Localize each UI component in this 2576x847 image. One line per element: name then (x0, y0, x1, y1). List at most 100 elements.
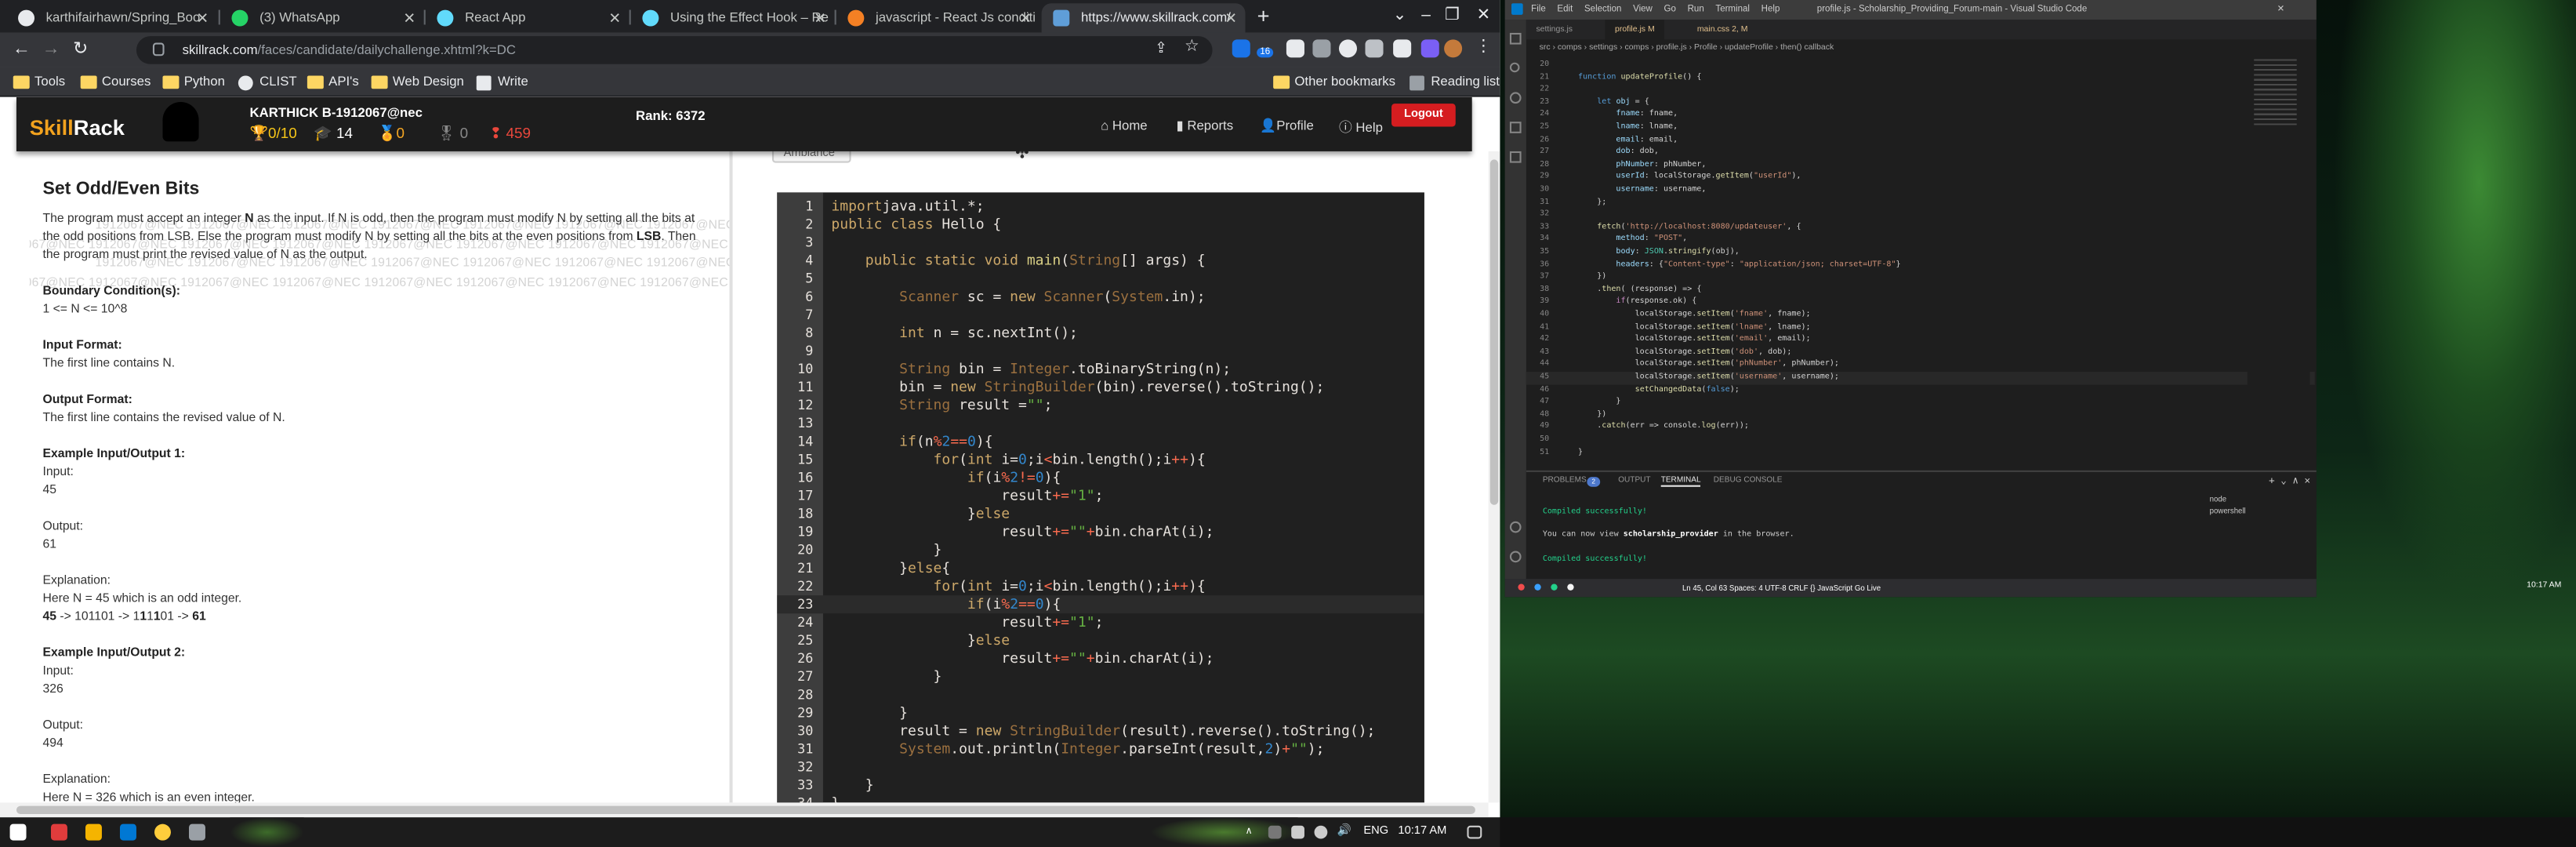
vscode-tab-main-css[interactable]: main.css 2, M (1687, 20, 1758, 39)
bookmarks-bar[interactable]: Tools Courses Python CLIST API's Web Des… (0, 67, 1500, 97)
code-line[interactable]: 25 }else (777, 631, 1424, 649)
code-line[interactable]: 2 public class Hello { (777, 216, 1424, 234)
code-line[interactable]: 12 String result =""; (777, 396, 1424, 414)
vscode-panel[interactable]: PROBLEMS 2 OUTPUT TERMINAL DEBUG CONSOLE… (1526, 470, 2317, 580)
vscode-menu-item[interactable]: Help (1761, 5, 1780, 15)
taskbar-app-icon[interactable] (1551, 583, 1558, 591)
terminal-list-item[interactable]: powershell (2210, 505, 2246, 517)
vscode-code-line[interactable]: 42 localStorage.setItem('email', email); (1526, 334, 2315, 347)
taskbar-app-icon[interactable] (1518, 583, 1525, 591)
code-line[interactable]: 17 result+="1"; (777, 487, 1424, 505)
battery-icon[interactable] (1291, 825, 1304, 839)
tab-close-icon[interactable]: ✕ (1225, 3, 1237, 33)
nav-home[interactable]: ⌂ Home (1101, 118, 1148, 133)
code-line[interactable]: 15 for(int i=0;i<bin.length();i++){ (777, 451, 1424, 469)
vscode-code-line[interactable]: 34 method: "POST", (1526, 234, 2315, 247)
scrollbar-thumb[interactable] (1489, 159, 1499, 505)
vscode-code-line[interactable]: 43 localStorage.setItem('dob', dob); (1526, 347, 2315, 359)
code-line[interactable]: 24 result+="1"; (777, 613, 1424, 631)
code-line[interactable]: 27 } (777, 667, 1424, 686)
tab-strip[interactable]: karthifairhawn/Spring_Boo ✕ (3) WhatsApp ✕… (0, 0, 1500, 33)
vscode-minimap[interactable] (2247, 56, 2310, 467)
vscode-code-line[interactable]: 31 }; (1526, 197, 2315, 209)
vscode-tab-settings[interactable]: settings.js (1526, 20, 1583, 39)
vscode-tab-profile[interactable]: profile.js M (1605, 20, 1665, 40)
skillrack-logo[interactable]: SkillRack (30, 115, 125, 140)
vscode-code-line[interactable]: 50 (1526, 434, 2315, 447)
settings-gear-icon[interactable] (1509, 551, 1522, 563)
vscode-menu-item[interactable]: View (1633, 5, 1653, 15)
windows-start-icon[interactable] (9, 823, 27, 841)
nav-reports[interactable]: ▮ Reports (1176, 118, 1233, 133)
bookmark-folder[interactable]: Tools (13, 67, 65, 97)
reload-icon[interactable]: ↻ (69, 38, 92, 60)
bookmark-folder[interactable]: Courses (80, 67, 151, 97)
panel-tab-debug-console[interactable]: DEBUG CONSOLE (1714, 477, 1783, 485)
language-indicator[interactable]: ENG (1363, 817, 1388, 847)
vscode-menu-item[interactable]: Selection (1584, 5, 1621, 15)
code-line[interactable]: 30 result = new StringBuilder(result).re… (777, 722, 1424, 740)
taskbar-clock[interactable]: 10:17 AM (1398, 817, 1446, 847)
extension-icon[interactable] (1420, 39, 1439, 58)
other-bookmarks[interactable]: Other bookmarks (1273, 67, 1395, 97)
account-icon[interactable] (1509, 521, 1522, 533)
vscode-statusbar[interactable]: Ln 45, Col 63 Spaces: 4 UTF-8 CRLF {} Ja… (1504, 579, 2317, 598)
extension-icon[interactable] (1365, 39, 1384, 58)
chrome-taskbar-icon[interactable] (154, 823, 171, 841)
wifi-icon[interactable] (1314, 825, 1328, 839)
vscode-code-line[interactable]: 39 if(response.ok) { (1526, 296, 2315, 309)
code-line[interactable]: 10 String bin = Integer.toBinaryString(n… (777, 360, 1424, 378)
bookmark-star-icon[interactable]: ☆ (1185, 38, 1199, 56)
vscode-menu-item[interactable]: Go (1664, 5, 1676, 15)
url-text[interactable]: skillrack.com/faces/candidate/dailychall… (183, 36, 516, 64)
vscode-code-line[interactable]: 37 }) (1526, 271, 2315, 284)
taskbar-app-icon[interactable] (50, 823, 67, 841)
vscode-code-line[interactable]: 41 localStorage.setItem('lname', lname); (1526, 322, 2315, 334)
vscode-code-line[interactable]: 36 headers: {"Content-type": "applicatio… (1526, 259, 2315, 271)
extension-icon[interactable] (1338, 39, 1358, 58)
tray-icon[interactable] (1268, 825, 1282, 839)
vscode-menu-item[interactable]: Edit (1557, 5, 1573, 15)
tab-close-icon[interactable]: ✕ (403, 3, 415, 33)
code-line[interactable]: 8 int n = sc.nextInt(); (777, 324, 1424, 342)
panel-tab-output[interactable]: OUTPUT (1618, 477, 1650, 485)
chrome-window[interactable]: karthifairhawn/Spring_Boo ✕ (3) WhatsApp ✕… (0, 0, 1500, 818)
vscode-taskbar-icon[interactable] (119, 823, 136, 841)
vscode-code-line[interactable]: 46 setChangedData(false); (1526, 384, 2315, 397)
code-line[interactable]: 32 (777, 758, 1424, 776)
vscode-code-line[interactable]: 27 dob: dob, (1526, 147, 2315, 159)
code-line[interactable]: 29 } (777, 704, 1424, 722)
tab-close-icon[interactable]: ✕ (1019, 3, 1032, 33)
tab-close-icon[interactable]: ✕ (814, 3, 826, 33)
vscode-code-line[interactable]: 23 let obj = { (1526, 96, 2315, 109)
code-line[interactable]: 9 (777, 342, 1424, 360)
vscode-code-line[interactable]: 51 } (1526, 447, 2315, 460)
code-line[interactable]: 5 (777, 270, 1424, 288)
taskbar-app-icon[interactable] (189, 823, 205, 841)
file-explorer-icon[interactable] (85, 823, 102, 841)
vscode-menu-item[interactable]: File (1531, 5, 1546, 15)
code-line[interactable]: 34} (777, 794, 1424, 802)
terminal-list-item[interactable]: node (2210, 493, 2246, 505)
vscode-menu-item[interactable]: Run (1688, 5, 1704, 15)
tab-effect-hook[interactable]: Using the Effect Hook – Re ✕ (631, 3, 835, 33)
code-line[interactable]: 19 result+=""+bin.charAt(i); (777, 523, 1424, 541)
bookmark-folder[interactable]: API's (307, 67, 359, 97)
bookmark-folder[interactable]: Python (162, 67, 225, 97)
code-line[interactable]: 3 (777, 234, 1424, 252)
menu-kebab-icon[interactable]: ⋮ (1475, 38, 1492, 56)
code-line[interactable]: 28 (777, 685, 1424, 703)
vscode-code-line[interactable]: 40 localStorage.setItem('fname', fname); (1526, 309, 2315, 322)
taskbar-app-icon[interactable] (1534, 583, 1541, 591)
panel-tab-terminal[interactable]: TERMINAL (1660, 477, 1701, 487)
share-icon[interactable]: ⇪ (1155, 39, 1167, 57)
code-line[interactable]: 11 bin = new StringBuilder(bin).reverse(… (777, 378, 1424, 396)
code-line[interactable]: 23 if(i%2==0){ (777, 595, 1424, 614)
taskbar-app-icon[interactable] (1567, 583, 1574, 591)
panel-add-terminal-icon[interactable]: + ⌄ ∧ ✕ (2269, 475, 2310, 487)
code-line[interactable]: 1 importjava.util.*; (777, 198, 1424, 216)
restore-icon[interactable]: ❐ (1436, 3, 1469, 27)
problem-pane[interactable]: 1912067@NEC 1912067@NEC 1912067@NEC 1912… (29, 151, 730, 803)
code-line[interactable]: 7 (777, 306, 1424, 324)
extension-icon[interactable] (1232, 39, 1250, 58)
